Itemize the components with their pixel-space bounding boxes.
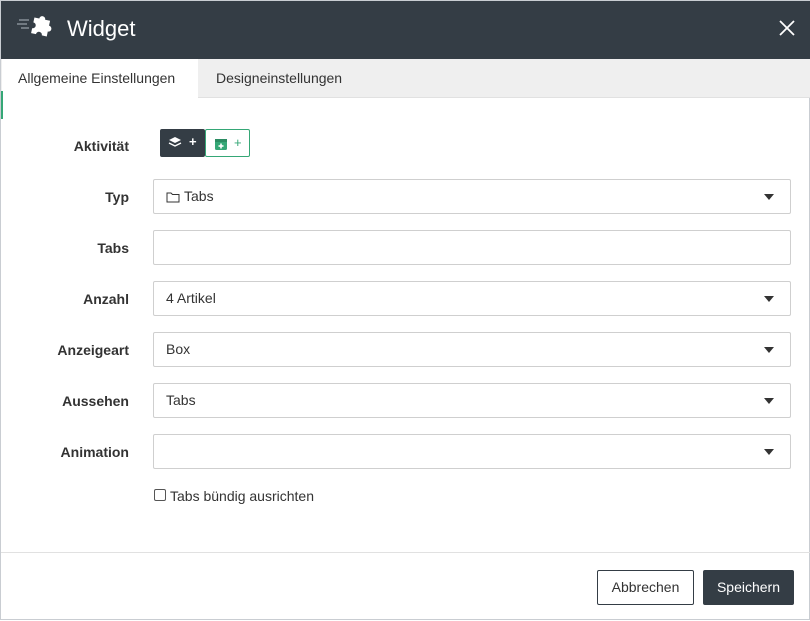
anzahl-select-value: 4 Artikel [166, 290, 216, 306]
puzzle-piece-icon [17, 11, 57, 41]
typ-label: Typ [105, 189, 129, 205]
animation-select[interactable] [153, 434, 791, 469]
anzahl-select[interactable]: 4 Artikel [153, 281, 791, 316]
anzeigeart-select-value: Box [166, 341, 191, 357]
typ-select-value: Tabs [166, 180, 214, 213]
calendar-add-icon [215, 139, 227, 150]
add-calendar-button[interactable]: + [205, 129, 250, 157]
aktivitaet-label: Aktivität [73, 138, 129, 154]
dialog-footer: Abbrechen Speichern [1, 552, 810, 621]
typ-value-text: Tabs [184, 188, 214, 204]
chevron-down-icon [764, 347, 774, 353]
chevron-down-icon [764, 398, 774, 404]
tabs-label: Tabs [97, 240, 129, 256]
folder-icon [166, 192, 180, 203]
tabs-input[interactable] [153, 230, 791, 265]
side-accent-bar [1, 91, 3, 119]
layers-icon [168, 137, 182, 147]
anzahl-label: Anzahl [83, 291, 129, 307]
tab-designeinstellungen[interactable]: Designeinstellungen [216, 59, 342, 98]
aussehen-label: Aussehen [62, 393, 129, 409]
anzeigeart-label: Anzeigeart [57, 342, 129, 358]
tab-allgemeine-einstellungen[interactable]: Allgemeine Einstellungen [2, 59, 198, 99]
tabs-buendig-checkbox[interactable] [154, 489, 166, 501]
typ-select[interactable]: Tabs [153, 179, 791, 214]
tabs-buendig-label[interactable]: Tabs bündig ausrichten [170, 488, 314, 504]
add-layer-button[interactable]: + [160, 129, 205, 157]
add-calendar-plus: + [234, 135, 242, 150]
tab-bar: Allgemeine Einstellungen Designeinstellu… [1, 59, 810, 99]
anzeigeart-select[interactable]: Box [153, 332, 791, 367]
widget-dialog: Widget Allgemeine Einstellungen Designei… [0, 0, 810, 620]
save-button[interactable]: Speichern [703, 570, 794, 605]
aussehen-select-value: Tabs [166, 392, 196, 408]
add-layer-plus: + [189, 134, 197, 149]
dialog-header: Widget [1, 1, 810, 59]
chevron-down-icon [764, 449, 774, 455]
dialog-title: Widget [67, 16, 136, 41]
close-icon[interactable] [777, 18, 797, 38]
chevron-down-icon [764, 194, 774, 200]
chevron-down-icon [764, 296, 774, 302]
animation-label: Animation [60, 444, 129, 460]
aussehen-select[interactable]: Tabs [153, 383, 791, 418]
cancel-button[interactable]: Abbrechen [597, 570, 694, 605]
